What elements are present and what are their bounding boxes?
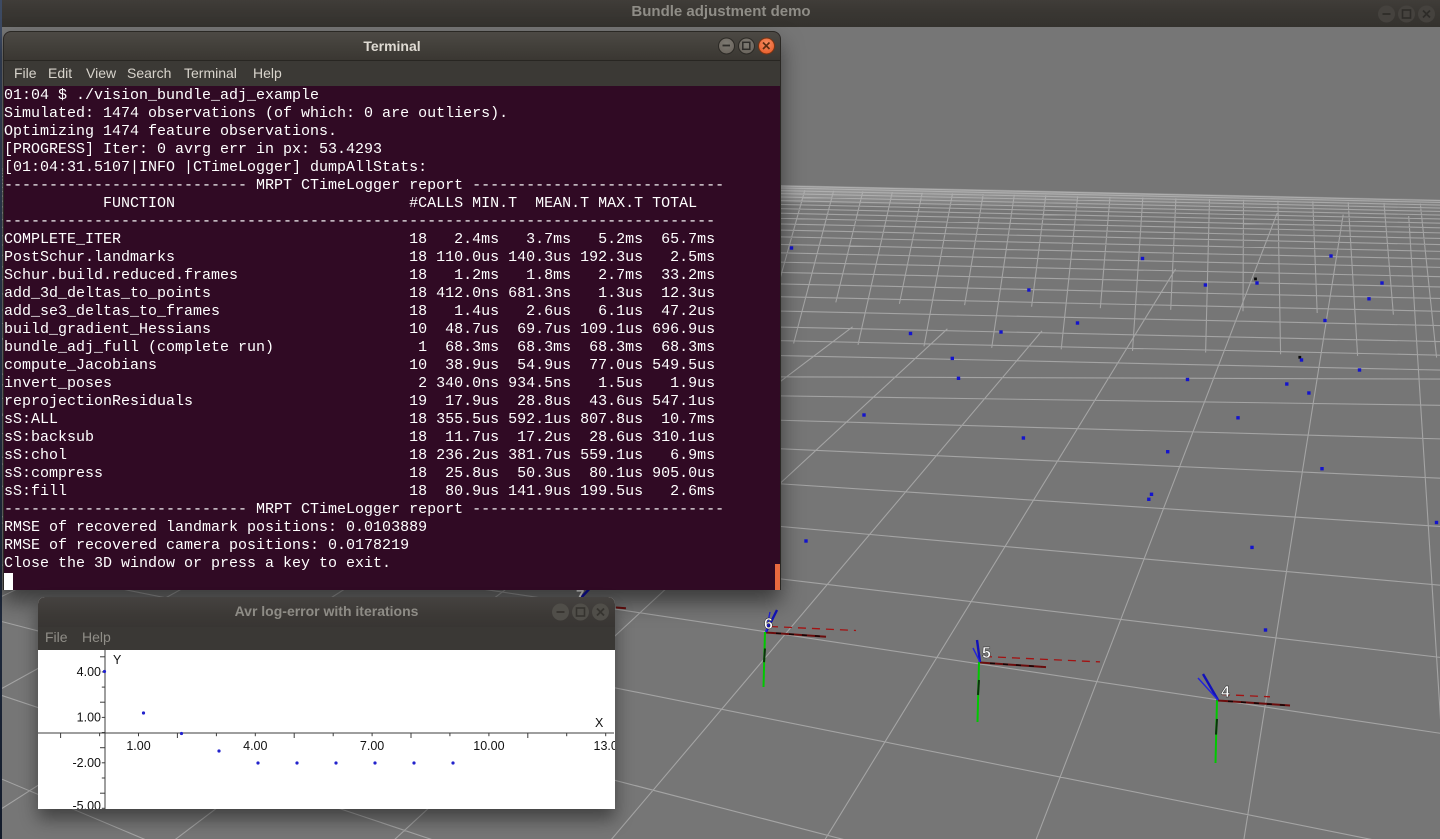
svg-text:-5.00: -5.00 [73, 799, 102, 809]
svg-text:13.0: 13.0 [594, 739, 615, 753]
svg-text:X: X [595, 716, 604, 730]
svg-text:4: 4 [1221, 684, 1230, 701]
svg-text:Y: Y [113, 653, 122, 667]
svg-text:5: 5 [982, 645, 991, 662]
svg-text:6: 6 [764, 616, 773, 633]
svg-text:4.00: 4.00 [243, 739, 267, 753]
svg-text:4.00: 4.00 [77, 665, 101, 679]
svg-text:-2.00: -2.00 [73, 756, 102, 770]
svg-text:1.00: 1.00 [126, 739, 150, 753]
svg-text:10.00: 10.00 [473, 739, 504, 753]
svg-text:7.00: 7.00 [360, 739, 384, 753]
svg-text:1.00: 1.00 [77, 710, 101, 724]
